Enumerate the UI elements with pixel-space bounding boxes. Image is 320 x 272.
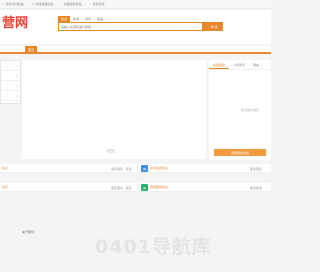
sidebar-item[interactable]: > — [1, 61, 20, 71]
search-icon: ⌕ — [208, 24, 210, 29]
sidebar-item[interactable]: > — [1, 81, 20, 91]
category-sidebar: > > > > — [0, 60, 21, 104]
tab-company[interactable]: 公司资讯 — [229, 60, 249, 69]
download-icon: ↓ — [61, 2, 63, 6]
sidebar-item[interactable]: > — [1, 91, 20, 101]
phone-icon: ▯ — [3, 2, 5, 6]
section-title: 资讯动态信息 — [150, 166, 169, 170]
more-link[interactable]: 更多更多 — [250, 167, 262, 171]
main-nav — [0, 46, 271, 54]
search-button[interactable]: ⌕ 搜 索 — [203, 22, 223, 31]
watermark: 0401导航库 — [95, 236, 212, 258]
section-title: 站点 — [2, 166, 9, 170]
top-bar: ▯ 手机访问此站 ★ 快速收藏此站 ↓ 桌面保存此站 + 手机浏览 — [0, 0, 271, 9]
bookmark-site-link[interactable]: ★ 快速收藏此站 — [32, 2, 54, 6]
mobile-browse-link[interactable]: + 手机浏览 — [90, 2, 105, 6]
right-panel: 最新更新 公司资讯 网站 暂无相关信息 查看更多内容 — [209, 60, 271, 160]
service-icon: ▤ — [141, 184, 148, 191]
more-link[interactable]: 更多更多 · 更多 — [111, 186, 132, 190]
section-header: ▤ 资讯动态信息 更多更多 — [140, 164, 271, 173]
slider-dot[interactable] — [108, 150, 110, 152]
desktop-save-link[interactable]: ↓ 桌面保存此站 — [61, 2, 82, 6]
search-area: 站点 新闻 资讯 商品 ⌕搜 索 — [58, 16, 223, 31]
view-more-button[interactable]: 查看更多内容 — [214, 149, 266, 156]
sidebar-item[interactable]: > — [1, 71, 20, 81]
tab-latest[interactable]: 最新更新 — [209, 60, 230, 69]
tab-sites[interactable]: 网站 — [249, 60, 263, 69]
section-header: 站点 更多更多 · 更多 — [0, 183, 137, 192]
section-title: 站点 — [2, 185, 9, 189]
slider-dots[interactable] — [107, 149, 115, 153]
search-input[interactable] — [58, 22, 203, 31]
site-logo[interactable]: 营网 — [2, 17, 28, 31]
bookmark-icon: ★ — [31, 2, 35, 6]
section-title: 网络服务信息 — [150, 185, 169, 189]
plus-icon: + — [89, 2, 92, 6]
news-icon: ▤ — [141, 165, 148, 172]
banner-slider[interactable] — [22, 60, 206, 159]
section-header: 站点 更多更多 · 更多 — [0, 164, 137, 173]
slider-dot[interactable] — [110, 150, 112, 152]
mobile-access-link[interactable]: ▯ 手机访问此站 — [3, 2, 24, 6]
more-link[interactable]: 更多更多 — [250, 186, 262, 190]
empty-message: 暂无相关信息 — [241, 108, 260, 112]
more-link[interactable]: 更多更多 · 更多 — [111, 167, 132, 171]
slider-dot[interactable] — [112, 150, 114, 152]
nav-home[interactable]: 首页 — [25, 46, 38, 54]
section-header: ▤ 网络服务信息 更多更多 — [140, 183, 271, 192]
about-us-link[interactable]: 关于我们 — [22, 230, 34, 234]
